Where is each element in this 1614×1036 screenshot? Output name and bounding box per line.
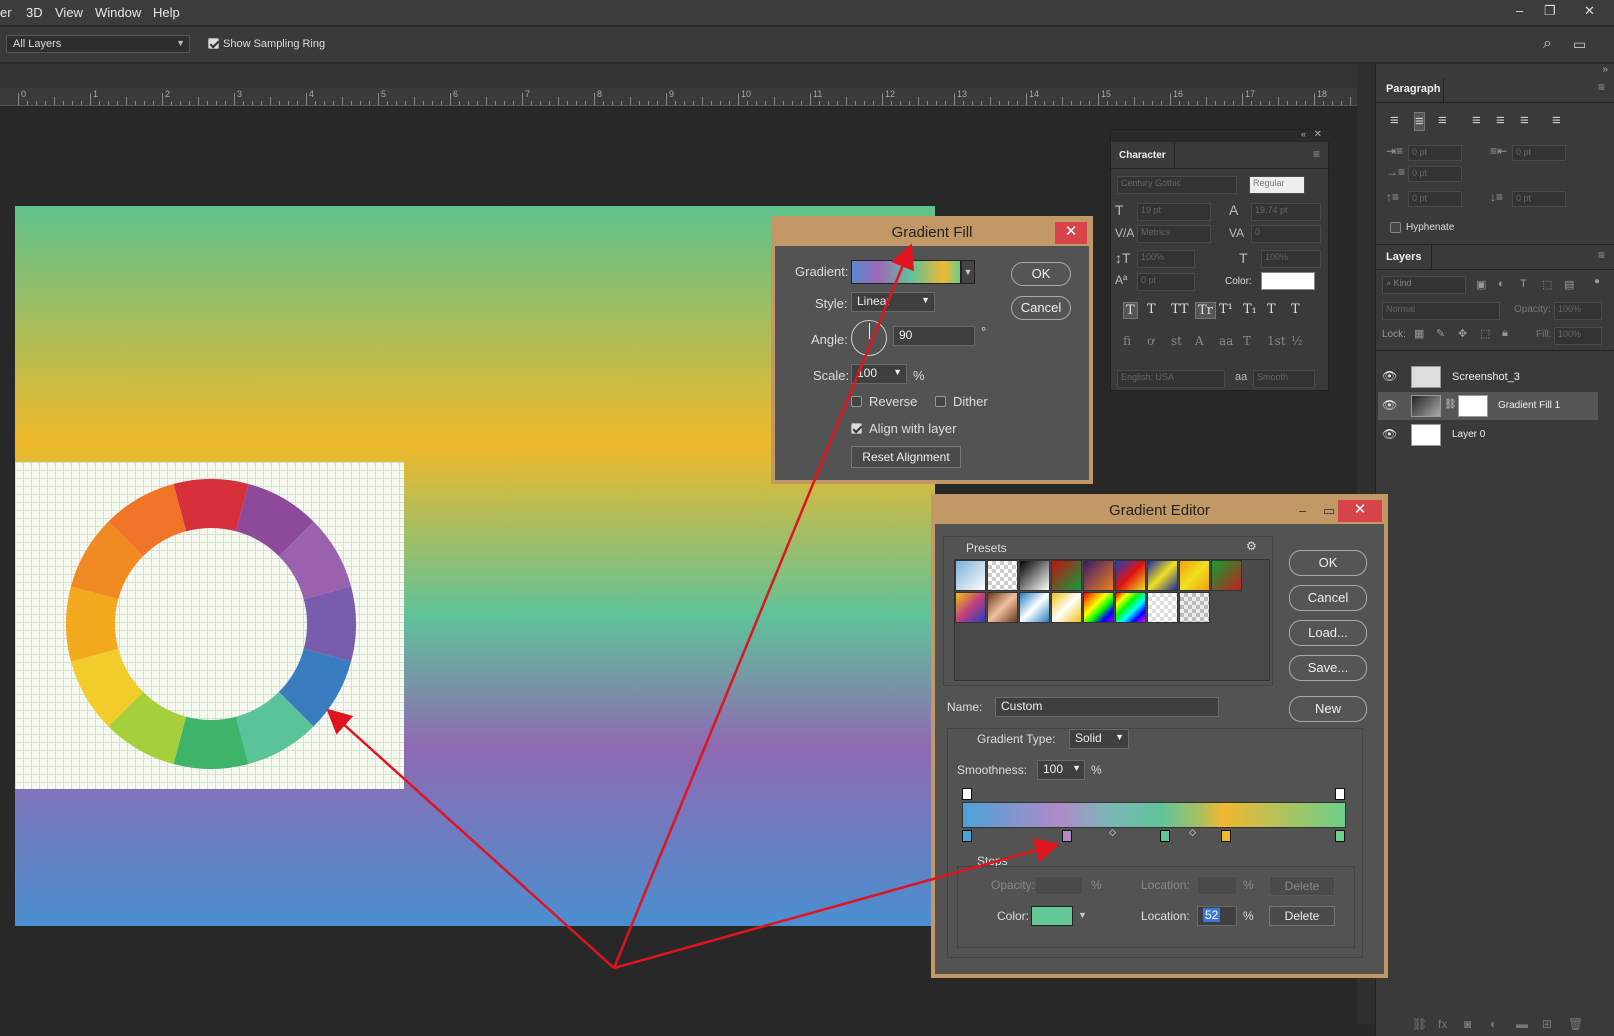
annotation-overlay [326,243,1060,970]
annotation-arrow-to-gradient [612,243,914,969]
annotation-arrow-to-wheel [326,708,615,969]
annotation-arrow-to-stop [613,838,1060,970]
